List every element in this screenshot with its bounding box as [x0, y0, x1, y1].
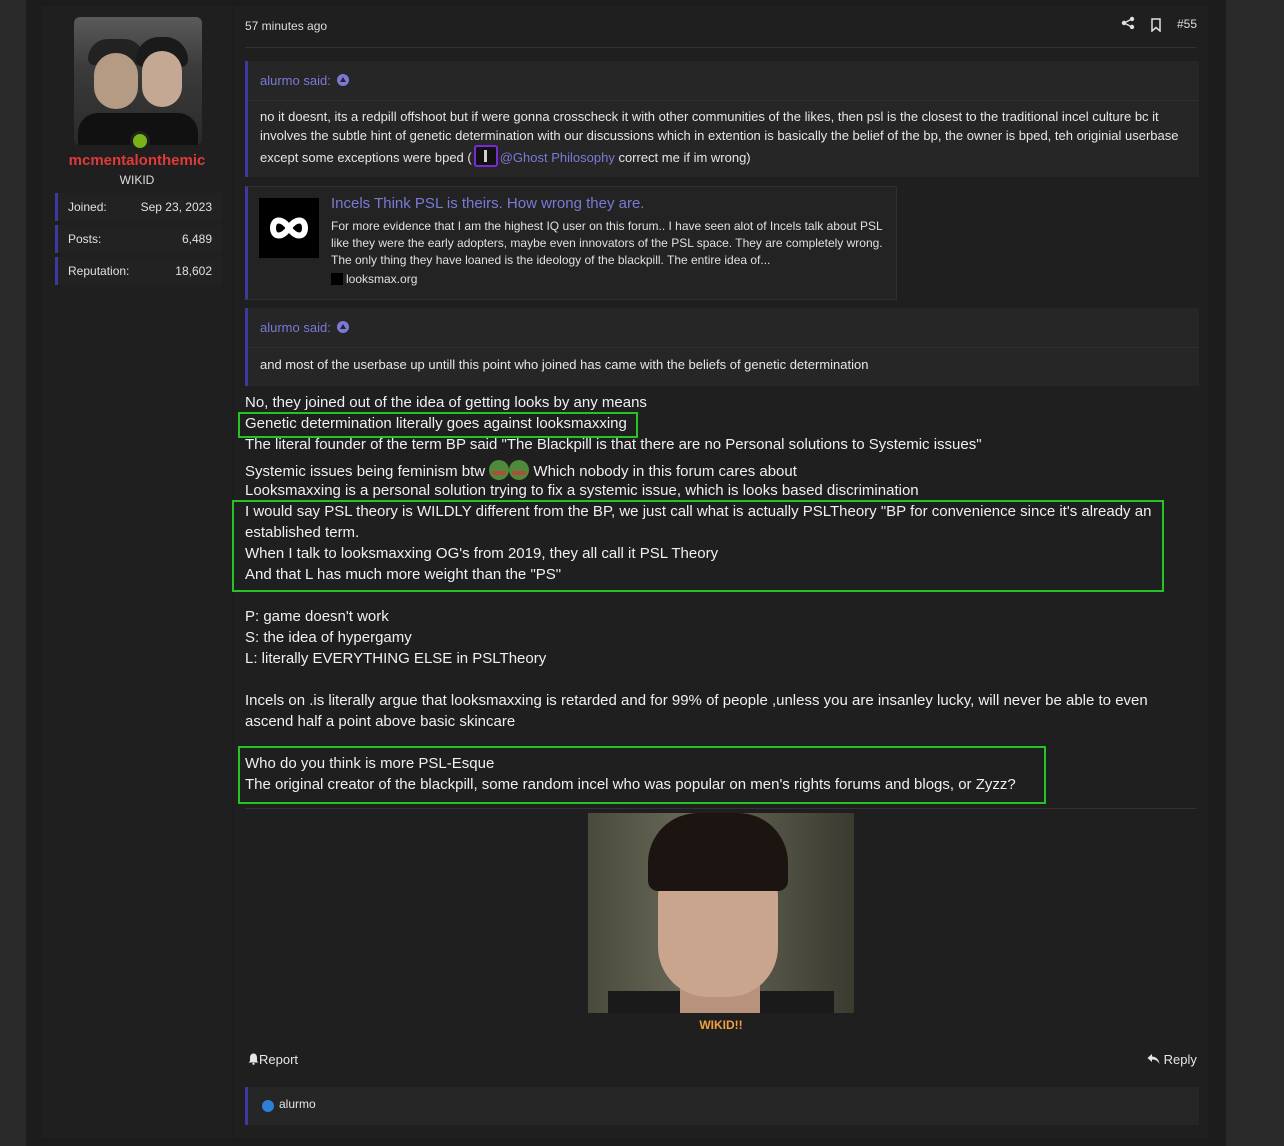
quote-author[interactable]: alurmo said: [260, 320, 331, 335]
quote-author[interactable]: alurmo said: [260, 73, 331, 88]
like-icon [262, 1100, 274, 1112]
embed-title[interactable]: Incels Think PSL is theirs. How wrong th… [331, 195, 644, 212]
reply-label: Reply [1163, 1052, 1197, 1067]
body-text: Looksmaxxing is a personal solution tryi… [245, 482, 919, 499]
post-image[interactable] [588, 813, 854, 1013]
quote-block: alurmo said: and most of the userbase up… [245, 308, 1199, 386]
bookmark-icon[interactable] [1149, 18, 1163, 32]
body-text-part: Systemic issues being feminism btw [245, 463, 486, 480]
site-logo [259, 198, 319, 258]
stat-reputation: Reputation: 18,602 [55, 257, 222, 285]
user-avatar[interactable] [74, 17, 202, 145]
pepe-emoji-icon [509, 460, 530, 480]
quote-text: and most of the userbase up untill this … [260, 357, 869, 372]
divider [248, 100, 1199, 101]
quote-arrow-icon[interactable] [336, 321, 349, 333]
embed-site[interactable]: looksmax.org [331, 272, 417, 286]
stat-value[interactable]: 6,489 [182, 232, 212, 246]
image-caption: WIKID!! [699, 1018, 743, 1032]
body-text: P: game doesn't work [245, 608, 389, 625]
divider [245, 47, 1196, 48]
reactions-user-link[interactable]: alurmo [279, 1097, 316, 1111]
body-text-part: Which nobody in this forum cares about [529, 463, 797, 480]
post-number-link[interactable]: #55 [1177, 17, 1197, 31]
mention-avatar[interactable] [473, 145, 498, 167]
link-embed[interactable]: Incels Think PSL is theirs. How wrong th… [245, 186, 897, 300]
stat-posts: Posts: 6,489 [55, 225, 222, 253]
highlight-box [238, 412, 638, 438]
stat-value: Sep 23, 2023 [140, 200, 212, 214]
body-text: ascend half a point above basic skincare [245, 713, 516, 730]
stat-label: Reputation: [68, 264, 130, 278]
stat-label: Joined: [68, 200, 107, 214]
user-title: WIKID [119, 173, 155, 187]
stat-label: Posts: [68, 232, 102, 246]
pepe-emoji-icon [489, 460, 510, 480]
quote-text: no it doesnt, its a redpill offshoot but… [260, 108, 1185, 168]
report-button[interactable]: Report [248, 1052, 298, 1067]
online-icon [130, 131, 150, 151]
body-text: No, they joined out of the idea of getti… [245, 394, 647, 411]
body-text: Systemic issues being feminism btw Which… [245, 460, 797, 480]
quote-header[interactable]: alurmo said: [260, 320, 349, 335]
mention-link[interactable]: @Ghost Philosophy [500, 150, 615, 165]
body-text: L: literally EVERYTHING ELSE in PSLTheor… [245, 650, 547, 667]
quote-text-part: correct me if im wrong) [614, 150, 751, 165]
reply-button[interactable]: Reply [1147, 1052, 1197, 1067]
reactions-bar: alurmo [245, 1087, 1199, 1125]
bell-icon [248, 1053, 259, 1065]
highlight-box [232, 500, 1164, 592]
stat-joined: Joined: Sep 23, 2023 [55, 193, 222, 221]
stat-value: 18,602 [175, 264, 212, 278]
infinity-icon [269, 217, 309, 239]
quote-header[interactable]: alurmo said: [260, 73, 349, 88]
embed-description: For more evidence that I am the highest … [331, 219, 883, 267]
divider [245, 808, 1196, 809]
body-text: S: the idea of hypergamy [245, 629, 412, 646]
highlight-box [238, 746, 1046, 804]
quote-block: alurmo said: no it doesnt, its a redpill… [245, 61, 1199, 177]
site-favicon-icon [331, 273, 343, 285]
report-label: Report [259, 1052, 299, 1067]
divider [248, 347, 1199, 348]
quote-arrow-icon[interactable] [336, 74, 349, 86]
share-icon[interactable] [1121, 16, 1135, 30]
post-timestamp[interactable]: 57 minutes ago [245, 19, 327, 33]
username-link[interactable]: mcmentalonthemic [42, 152, 232, 169]
body-text: The literal founder of the term BP said … [245, 436, 982, 453]
reply-icon [1147, 1054, 1160, 1064]
body-text: Incels on .is literally argue that looks… [245, 692, 1148, 709]
embed-site-name: looksmax.org [346, 272, 418, 286]
